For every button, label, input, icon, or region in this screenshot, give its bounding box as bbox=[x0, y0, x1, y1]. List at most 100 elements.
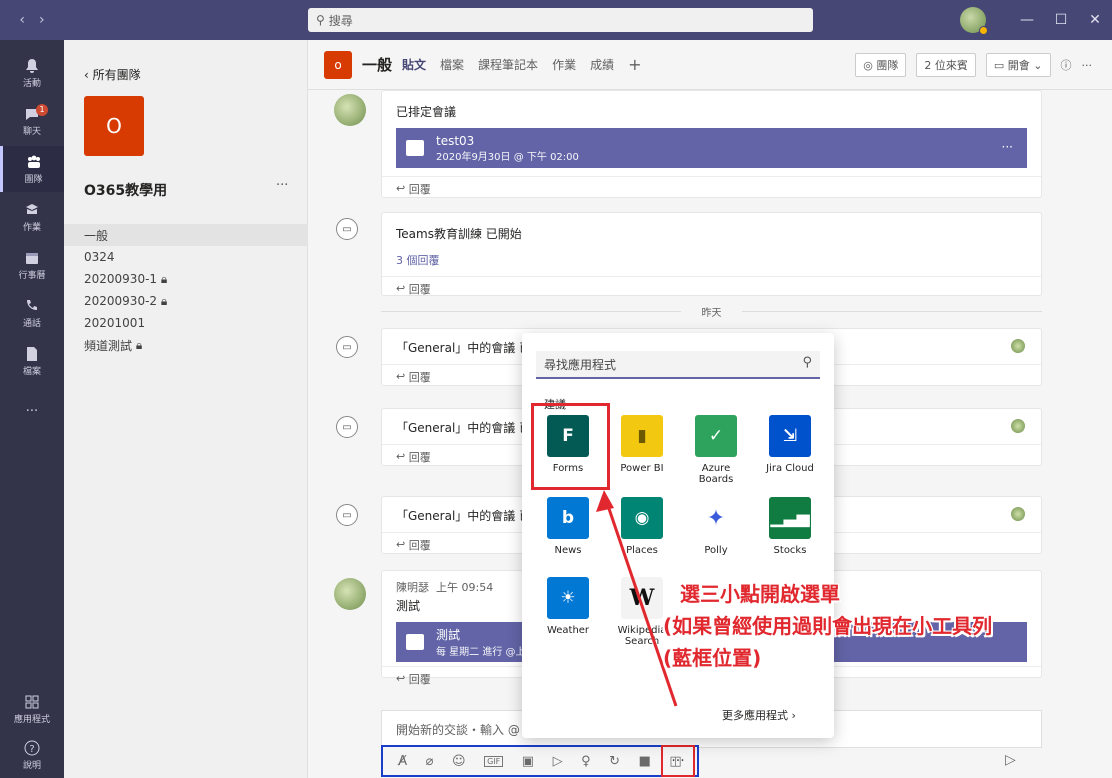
meeting-title: test03 bbox=[436, 133, 475, 148]
search-input[interactable]: 搜尋 bbox=[329, 12, 353, 29]
app-picker-flyout: 尋找應用程式 ⚲ 建議 F Forms ▮ Power BI ✓ Azure B… bbox=[522, 333, 834, 738]
add-tab-button[interactable]: + bbox=[628, 55, 641, 74]
team-sidebar: ‹ 所有團隊 O O365教學用 ··· 一般 0324 20200930-1 … bbox=[64, 40, 308, 778]
channel-item[interactable]: 20200930-1 🔒︎ bbox=[64, 268, 308, 290]
app-label: Power BI bbox=[620, 463, 664, 474]
rail-label: 行事曆 bbox=[18, 270, 46, 281]
participant-avatar bbox=[1011, 339, 1025, 353]
back-arrow-icon[interactable]: ‹ bbox=[19, 12, 25, 28]
meeting-card[interactable]: test03 2020年9月30日 @ 下午 02:00 ··· bbox=[396, 128, 1027, 168]
messaging-extensions-more-button[interactable]: ··· bbox=[661, 745, 695, 777]
compose-placeholder: 開始新的交談・輸入 @ bbox=[396, 722, 520, 737]
polly-bird-icon: ✦ bbox=[695, 497, 737, 539]
search-icon: ⚲ bbox=[316, 13, 325, 27]
post-scheduled-meeting: 已排定會議 test03 2020年9月30日 @ 下午 02:00 ··· ↩… bbox=[381, 90, 1042, 198]
guests-button[interactable]: 2 位來賓 bbox=[916, 53, 976, 77]
reply-label: 回覆 bbox=[408, 450, 431, 464]
tab-files[interactable]: 檔案 bbox=[440, 56, 464, 73]
post-author: 陳明瑟 bbox=[396, 581, 429, 594]
search-box[interactable]: ⚲ 搜尋 bbox=[308, 8, 813, 32]
channel-item-general[interactable]: 一般 bbox=[64, 224, 308, 246]
meeting-icon: ▭ bbox=[336, 416, 358, 438]
rail-item-calls[interactable]: 通話 bbox=[0, 290, 64, 336]
calendar-icon bbox=[26, 252, 38, 264]
format-icon[interactable]: A̸ bbox=[398, 754, 407, 769]
rail-item-help[interactable]: ? 說明 bbox=[0, 732, 64, 778]
channel-item[interactable]: 20201001 bbox=[64, 312, 308, 334]
minimize-button[interactable]: — bbox=[1010, 12, 1044, 28]
channel-item[interactable]: 頻道測試 🔒︎ bbox=[64, 334, 308, 356]
reply-label: 回覆 bbox=[408, 282, 431, 296]
sun-icon: ☀ bbox=[547, 577, 589, 619]
loop-icon[interactable]: ↻ bbox=[609, 754, 620, 769]
reply-button[interactable]: ↩ 回覆 bbox=[382, 176, 1041, 200]
praise-icon[interactable]: ♀ bbox=[581, 754, 591, 769]
gif-icon[interactable]: GIF bbox=[484, 755, 504, 767]
reply-button[interactable]: ↩ 回覆 bbox=[382, 276, 1041, 300]
window-controls: — ☐ ✕ bbox=[960, 0, 1112, 40]
app-places[interactable]: ◉ Places bbox=[612, 497, 672, 556]
forward-arrow-icon[interactable]: › bbox=[39, 12, 45, 28]
stocks-chart-icon: ▁▃▅ bbox=[769, 497, 811, 539]
find-app-input[interactable]: 尋找應用程式 ⚲ bbox=[536, 351, 820, 379]
app-weather[interactable]: ☀ Weather bbox=[538, 577, 598, 636]
app-label: Places bbox=[626, 545, 658, 556]
card-more-icon[interactable]: ··· bbox=[1002, 140, 1013, 154]
app-label: Wikipedia Search bbox=[617, 625, 667, 647]
tab-assignments[interactable]: 作業 bbox=[552, 56, 576, 73]
app-power-bi[interactable]: ▮ Power BI bbox=[612, 415, 672, 474]
meeting-icon: ▭ bbox=[336, 504, 358, 526]
app-forms[interactable]: F Forms bbox=[538, 415, 598, 474]
annotation-line-1: 選三小點開啟選單 bbox=[680, 582, 840, 606]
lock-icon: 🔒︎ bbox=[135, 337, 143, 352]
channel-item[interactable]: 0324 bbox=[64, 246, 308, 268]
tab-posts[interactable]: 貼文 bbox=[402, 56, 426, 73]
meet-button[interactable]: ▭ 開會 ⌄ bbox=[985, 53, 1051, 77]
team-button[interactable]: ◎ 團隊 bbox=[855, 53, 907, 77]
attach-icon[interactable]: ⌀ bbox=[426, 754, 434, 769]
rail-item-apps[interactable]: 應用程式 bbox=[0, 686, 64, 732]
info-icon[interactable]: ⓘ bbox=[1061, 57, 1072, 73]
send-icon[interactable]: ▷ bbox=[1005, 752, 1016, 768]
meeting-title: 測試 bbox=[436, 628, 461, 642]
replies-link[interactable]: 3 個回覆 bbox=[382, 250, 1041, 276]
rail-item-calendar[interactable]: 行事曆 bbox=[0, 242, 64, 288]
wikipedia-icon: W bbox=[621, 577, 663, 619]
rail-more[interactable]: ··· bbox=[0, 388, 64, 434]
more-apps-link[interactable]: 更多應用程式 › bbox=[722, 707, 796, 723]
date-divider: 昨天 bbox=[381, 304, 1042, 319]
teams-icon bbox=[27, 155, 40, 168]
app-stocks[interactable]: ▁▃▅ Stocks bbox=[760, 497, 820, 556]
assignment-icon bbox=[26, 203, 38, 214]
azure-boards-icon: ✓ bbox=[695, 415, 737, 457]
tab-grades[interactable]: 成績 bbox=[590, 56, 614, 73]
emoji-icon[interactable]: ☺ bbox=[452, 754, 466, 769]
rail-item-teams[interactable]: 團隊 bbox=[0, 146, 64, 192]
rail-item-assignments[interactable]: 作業 bbox=[0, 194, 64, 240]
post-text: Teams教育訓練 已開始 bbox=[396, 227, 522, 241]
team-more-button[interactable]: ··· bbox=[276, 178, 288, 193]
app-polly[interactable]: ✦ Polly bbox=[686, 497, 746, 556]
nav-arrows: ‹ › bbox=[0, 12, 64, 28]
rail-item-activity[interactable]: 活動 bbox=[0, 50, 64, 96]
sticker-icon[interactable]: ▣ bbox=[522, 754, 534, 769]
reply-label: 回覆 bbox=[408, 182, 431, 196]
rail-item-chat[interactable]: 1 聊天 bbox=[0, 98, 64, 144]
maximize-button[interactable]: ☐ bbox=[1044, 12, 1078, 28]
all-teams-link[interactable]: ‹ 所有團隊 bbox=[84, 66, 141, 83]
stream-icon[interactable]: ■ bbox=[639, 754, 651, 769]
meeting-icon: ▭ bbox=[336, 336, 358, 358]
close-button[interactable]: ✕ bbox=[1078, 12, 1112, 28]
rail-item-files[interactable]: 檔案 bbox=[0, 338, 64, 384]
app-jira-cloud[interactable]: ⇲ Jira Cloud bbox=[760, 415, 820, 474]
app-news[interactable]: b News bbox=[538, 497, 598, 556]
calendar-icon bbox=[406, 634, 424, 650]
rail-label: 團隊 bbox=[24, 174, 43, 185]
meet-now-icon[interactable]: ▷ bbox=[553, 754, 563, 769]
reply-label: 回覆 bbox=[408, 672, 431, 686]
channel-item[interactable]: 20200930-2 🔒︎ bbox=[64, 290, 308, 312]
profile-avatar[interactable] bbox=[960, 7, 988, 35]
tab-class-notebook[interactable]: 課程筆記本 bbox=[478, 56, 538, 73]
app-azure-boards[interactable]: ✓ Azure Boards bbox=[686, 415, 746, 485]
more-options-icon[interactable]: ··· bbox=[1082, 59, 1093, 72]
